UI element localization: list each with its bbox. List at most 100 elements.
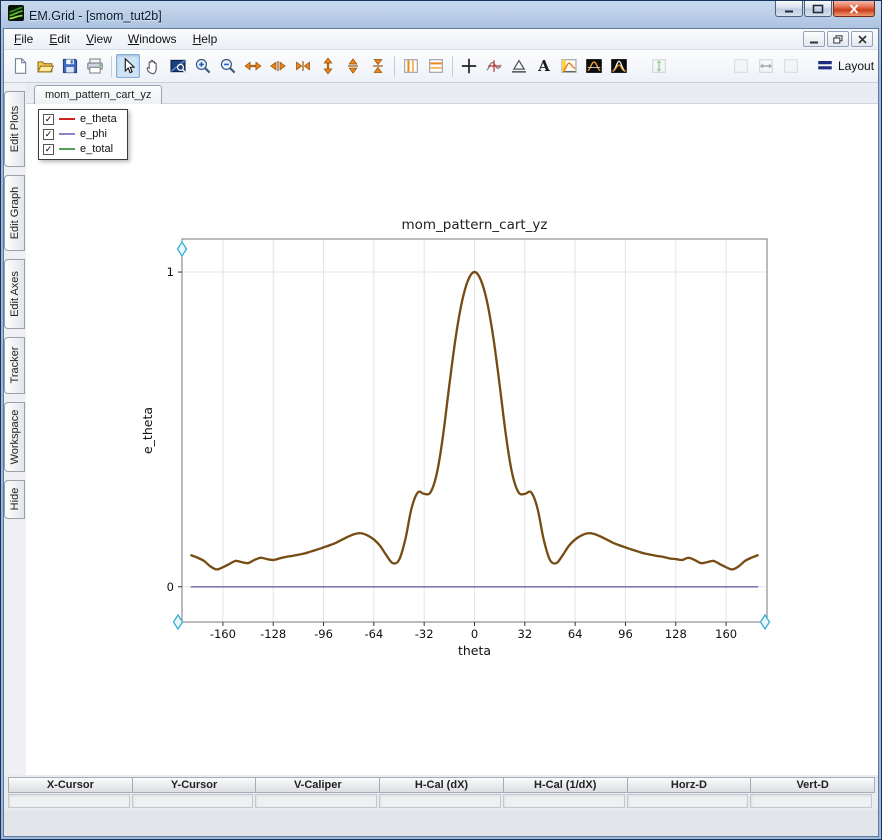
insert-plot-button[interactable] [557,54,581,78]
content-area: Edit Plots Edit Graph Edit Axes Tracker Work… [4,83,878,775]
x-axis-label: theta [458,643,491,658]
readout-value-cell [626,794,749,808]
readout-value-cell [255,794,378,808]
open-folder-button[interactable] [33,54,57,78]
fit-vertical-icon [650,57,668,75]
text-annotation-icon: A [535,57,553,75]
split-y-button[interactable] [341,54,365,78]
expand-x-button[interactable] [241,54,265,78]
print-button[interactable] [83,54,107,78]
open-folder-icon [36,57,54,75]
x-tick-label: 128 [665,627,687,641]
layout-button[interactable]: Layout [811,54,878,78]
pan-hand-icon [144,57,162,75]
app-window: EM.Grid - [smom_tut2b] File Edit View Windo… [0,0,882,840]
sidebar-tab-label: Hide [8,488,21,511]
save-floppy-button[interactable] [58,54,82,78]
fit-vertical-button[interactable] [647,54,671,78]
split-x-button[interactable] [266,54,290,78]
toolbar-separator [394,55,395,77]
readout-value-row [8,794,874,808]
legend-swatch-e_phi [59,133,75,135]
pointer-select-button[interactable] [116,54,140,78]
sidebar-tab-hide[interactable]: Hide [4,479,25,519]
new-document-button[interactable] [8,54,32,78]
chart-title: mom_pattern_cart_yz [401,217,547,233]
y-axis-label: e_theta [140,407,155,454]
x-tick-label: -32 [415,627,434,641]
window-controls [775,1,875,17]
split-x-icon [269,57,287,75]
mdi-close-button[interactable] [851,31,873,47]
close-button[interactable] [833,1,875,17]
readout-panel: X-Cursor Y-Cursor V-Caliper H-Cal (dX) H-Cal… [4,775,878,810]
menu-view[interactable]: View [78,30,120,48]
sidebar-tab-label: Edit Plots [8,105,21,153]
sidebar-tab-workspace[interactable]: Workspace [4,402,25,472]
legend-label: e_phi [80,128,107,140]
readout-header-row: X-Cursor Y-Cursor V-Caliper H-Cal (dX) H-Cal… [8,777,875,793]
readout-value-cell [131,794,254,808]
frame-empty-button[interactable] [779,54,803,78]
document-tab-mom_pattern_cart_yz[interactable]: mom_pattern_cart_yz [34,85,163,104]
mdi-restore-button[interactable] [827,31,849,47]
window-title: EM.Grid - [smom_tut2b] [29,8,162,23]
pan-hand-button[interactable] [141,54,165,78]
x-tick-label: -96 [314,627,333,641]
plot-canvas[interactable]: ✓ e_theta ✓ e_phi ✓ e_total -160 -128 -96 -64 -32… [26,104,878,775]
horizontal-markers-button[interactable] [424,54,448,78]
zoom-out-button[interactable] [216,54,240,78]
expand-y-button[interactable] [316,54,340,78]
chart[interactable]: -160 -128 -96 -64 -32 0 32 64 96 128 160 0 1 mom_patt… [26,104,878,775]
readout-value-cell [502,794,625,808]
sidebar-tab-edit-plots[interactable]: Edit Plots [4,91,25,167]
compress-x-button[interactable] [291,54,315,78]
sidebar-tab-edit-graph[interactable]: Edit Graph [4,175,25,251]
axis-handle[interactable] [172,613,184,631]
readout-col-h-cal-1-dx-: H-Cal (1/dX) [502,777,628,793]
vertical-markers-button[interactable] [399,54,423,78]
x-tick-label: 160 [715,627,737,641]
legend-checkbox-e_phi[interactable]: ✓ [43,128,54,140]
maximize-button[interactable] [804,1,832,17]
toolbar: A Layout [4,50,878,83]
legend-checkbox-e_total[interactable]: ✓ [43,143,54,155]
minimize-button[interactable] [775,1,803,17]
zoom-window-button[interactable] [166,54,190,78]
curve-tracker-button[interactable] [482,54,506,78]
waveform-gauss-dark-button[interactable] [607,54,631,78]
sidebar-tab-tracker[interactable]: Tracker [4,336,25,395]
frame-empty-icon [732,57,750,75]
legend-swatch-e_total [59,148,75,150]
vertical-markers-icon [402,57,420,75]
insert-plot-icon [560,57,578,75]
menu-file[interactable]: File [6,30,41,48]
crosshair-button[interactable] [457,54,481,78]
app-icon[interactable] [8,5,24,26]
sidebar-tab-edit-axes[interactable]: Edit Axes [4,259,25,329]
fit-horizontal-button[interactable] [754,54,778,78]
title-bar[interactable]: EM.Grid - [smom_tut2b] [3,1,879,28]
menu-edit[interactable]: Edit [41,30,78,48]
compress-y-button[interactable] [366,54,390,78]
mdi-minimize-button[interactable] [803,31,825,47]
caliper-button[interactable] [507,54,531,78]
menu-help[interactable]: Help [185,30,226,48]
waveform-dark-button[interactable] [582,54,606,78]
legend-item-e_phi: ✓ e_phi [43,128,117,140]
menu-bar-items: File Edit View Windows Help [6,30,225,48]
legend-checkbox-e_theta[interactable]: ✓ [43,113,54,125]
frame-empty-button[interactable] [729,54,753,78]
y-tick-label: 1 [167,265,174,279]
pointer-select-icon [119,57,137,75]
zoom-in-button[interactable] [191,54,215,78]
sidebar-tab-label: Tracker [8,347,21,384]
legend-item-e_total: ✓ e_total [43,143,117,155]
curve-tracker-icon [485,57,503,75]
document-tab-strip: mom_pattern_cart_yz [26,83,878,104]
text-annotation-button[interactable]: A [532,54,556,78]
menu-windows[interactable]: Windows [120,30,185,48]
crosshair-icon [460,57,478,75]
waveform-dark-icon [585,57,603,75]
layout-label: Layout [838,59,875,73]
